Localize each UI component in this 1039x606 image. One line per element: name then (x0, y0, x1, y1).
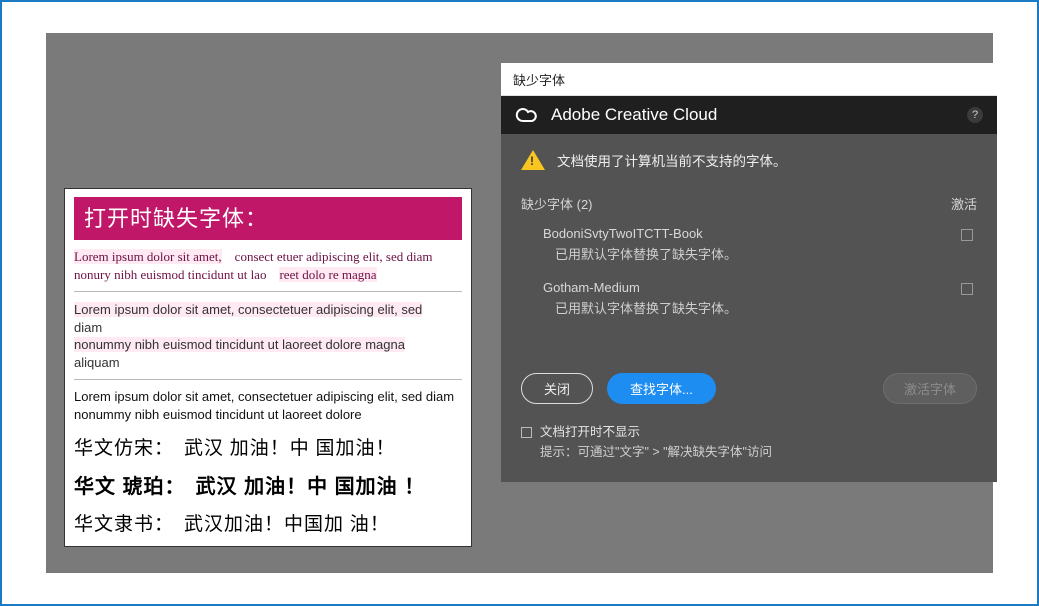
cn-label: 华文隶书： (74, 509, 174, 536)
dialog-titlebar[interactable]: 缺少字体 (501, 63, 997, 96)
brand-text: Adobe Creative Cloud (551, 105, 717, 125)
info-icon[interactable]: ? (967, 107, 983, 123)
font-name: Gotham-Medium (543, 280, 737, 295)
document-preview: 打开时缺失字体： Lorem ipsum dolor sit amet, con… (64, 188, 472, 547)
font-list-header: 缺少字体 (2) 激活 (521, 194, 977, 213)
serif-part1: Lorem ipsum dolor sit amet, (74, 249, 222, 264)
cn-row-lishu: 华文隶书： 武汉加油！中国加 油！ (74, 509, 462, 536)
activate-checkbox[interactable] (961, 229, 973, 241)
activate-checkbox[interactable] (961, 283, 973, 295)
dont-show-row: 文档打开时不显示 (521, 422, 977, 442)
sans-part4: aliquam (74, 355, 120, 370)
divider (74, 379, 462, 380)
sans-part2: diam (74, 320, 102, 335)
font-list-item[interactable]: BodoniSvtyTwoITCTT-Book 已用默认字体替换了缺失字体。 (521, 219, 977, 273)
cn-label: 华文仿宋： (74, 433, 174, 460)
document-title-band: 打开时缺失字体： (74, 197, 462, 240)
font-substitute-msg: 已用默认字体替换了缺失字体。 (555, 298, 737, 317)
divider (74, 291, 462, 292)
serif-part3: reet dolo re magna (279, 267, 376, 282)
warning-icon (521, 150, 545, 170)
screenshot-border: 打开时缺失字体： Lorem ipsum dolor sit amet, con… (8, 8, 1031, 598)
cn-text: 武汉 加油！中 国加油 ！ (196, 470, 426, 499)
warning-text: 文档使用了计算机当前不支持的字体。 (557, 150, 787, 170)
button-row: 关闭 查找字体... 激活字体 (521, 373, 977, 404)
close-button[interactable]: 关闭 (521, 373, 593, 404)
footer-hint: 提示：可通过"文字" > "解决缺失字体"访问 (540, 442, 977, 462)
sans-part3: nonummy nibh euismod tincidunt ut laoree… (74, 337, 405, 352)
brand-bar: Adobe Creative Cloud ? (501, 96, 997, 134)
font-list-header-left: 缺少字体 (2) (521, 194, 593, 213)
cn-row-fangsong: 华文仿宋： 武汉 加油！中 国加油！ (74, 433, 462, 460)
missing-fonts-dialog: 缺少字体 Adobe Creative Cloud ? 文档使用了计算机当前不支… (501, 63, 997, 482)
font-substitute-msg: 已用默认字体替换了缺失字体。 (555, 244, 737, 263)
font-info: Gotham-Medium 已用默认字体替换了缺失字体。 (543, 280, 737, 317)
sans-paragraph: Lorem ipsum dolor sit amet, consectetuer… (74, 301, 462, 371)
font-name: BodoniSvtyTwoITCTT-Book (543, 226, 737, 241)
font-info: BodoniSvtyTwoITCTT-Book 已用默认字体替换了缺失字体。 (543, 226, 737, 263)
cn-text: 武汉 加油！中 国加油！ (184, 433, 396, 460)
font-list-item[interactable]: Gotham-Medium 已用默认字体替换了缺失字体。 (521, 273, 977, 327)
sans-part1: Lorem ipsum dolor sit amet, consectetuer… (74, 302, 422, 317)
activate-fonts-button-disabled: 激活字体 (883, 373, 977, 404)
cn-text: 武汉加油！中国加 油！ (184, 509, 390, 536)
dialog-body: 文档使用了计算机当前不支持的字体。 缺少字体 (2) 激活 BodoniSvty… (501, 134, 997, 482)
dont-show-checkbox[interactable] (521, 427, 532, 438)
plain-paragraph: Lorem ipsum dolor sit amet, consectetuer… (74, 388, 462, 423)
warning-row: 文档使用了计算机当前不支持的字体。 (521, 150, 977, 170)
creative-cloud-icon (515, 106, 541, 124)
app-stage: 打开时缺失字体： Lorem ipsum dolor sit amet, con… (46, 33, 993, 573)
cn-row-hupo: 华文 琥珀： 武汉 加油！中 国加油 ！ (74, 470, 462, 499)
cn-label: 华文 琥珀： (74, 470, 186, 499)
find-font-button[interactable]: 查找字体... (607, 373, 716, 404)
font-list-header-right: 激活 (951, 194, 977, 213)
dialog-footer: 文档打开时不显示 提示：可通过"文字" > "解决缺失字体"访问 (521, 422, 977, 462)
dont-show-label: 文档打开时不显示 (540, 422, 640, 442)
serif-paragraph: Lorem ipsum dolor sit amet, consect etue… (74, 248, 462, 283)
